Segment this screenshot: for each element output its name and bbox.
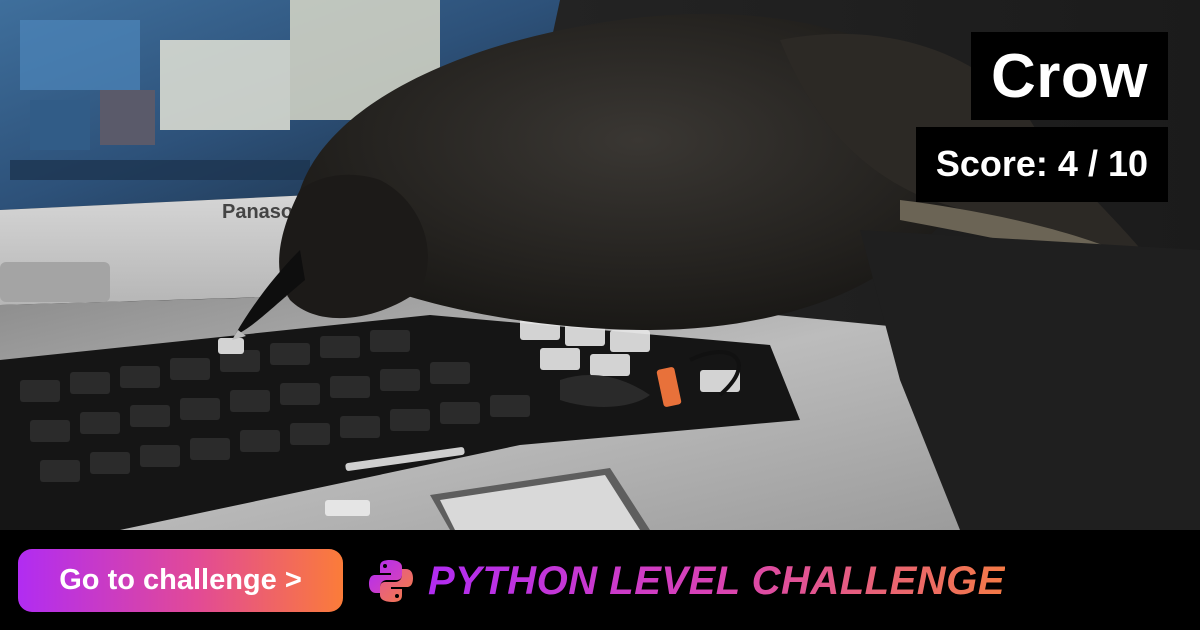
brand-title: PYTHON LEVEL CHALLENGE <box>428 558 1005 603</box>
footer-bar: Go to challenge > PYTHON LEVEL CHALLENGE <box>0 530 1200 630</box>
laptop-brand-text: Panaso <box>222 201 293 223</box>
challenge-card: Panaso Crow Score: 4 / 10 Go to challeng… <box>0 0 1200 630</box>
python-logo-icon <box>369 560 413 602</box>
brand: PYTHON LEVEL CHALLENGE <box>368 554 1005 608</box>
go-to-challenge-button[interactable]: Go to challenge > <box>18 549 343 612</box>
score-label: Score: 4 / 10 <box>915 127 1168 202</box>
card-title: Crow <box>971 32 1168 120</box>
